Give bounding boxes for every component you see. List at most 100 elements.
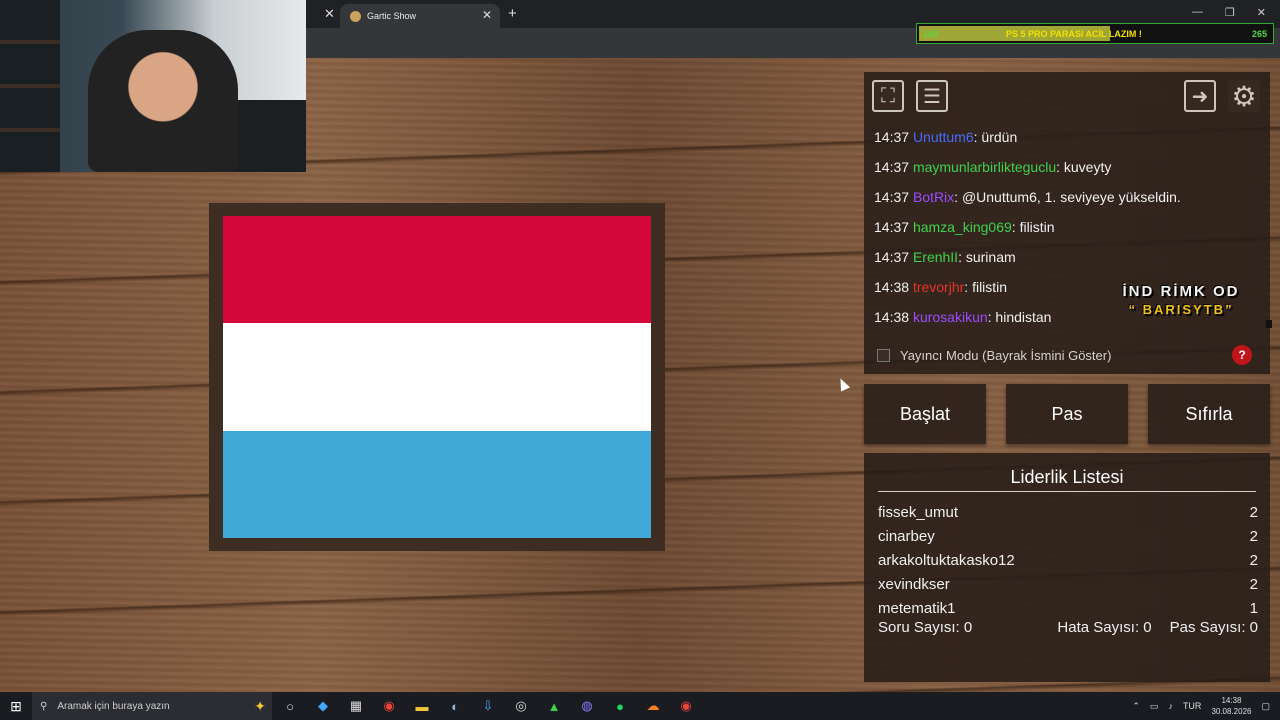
chat-text: : kuveyty	[1056, 159, 1112, 175]
chat-message: 14:37 BotRix: @Unuttum6, 1. seviyeye yük…	[874, 188, 1264, 218]
minimize-button[interactable]: —	[1192, 6, 1203, 19]
browser-tab[interactable]: Gartic Show ✕	[340, 4, 500, 28]
donation-goal-bar: 143 PS 5 PRO PARASI ACİL LAZIM ! 265	[916, 23, 1274, 44]
window-controls: — ❐ ✕	[1192, 6, 1266, 19]
clock[interactable]: 14:38 30.08.2026	[1211, 695, 1251, 717]
discord-icon[interactable]: ◍	[577, 696, 597, 716]
flag-stripe-middle	[223, 323, 651, 431]
copilot-icon[interactable]: ✦	[254, 698, 266, 715]
player-name: arkakoltuktakasko12	[878, 551, 1015, 569]
chat-username[interactable]: kurosakikun	[913, 309, 988, 325]
windows-start-icon[interactable]: ⊞	[0, 692, 32, 720]
overlay-line1: İND RİMK OD	[1122, 283, 1240, 300]
streamer-mode-row: Yayıncı Modu (Bayrak İsmini Göster) ?	[874, 344, 1264, 366]
leaderboard-list: fissek_umut 2 cinarbey 2 arkakoltuktakasko12…	[878, 500, 1258, 620]
gear-icon[interactable]: ⚙	[1228, 80, 1260, 112]
language-indicator[interactable]: TUR	[1183, 701, 1202, 711]
help-icon[interactable]: ?	[1232, 345, 1252, 365]
app-icon[interactable]: ◆	[313, 696, 333, 716]
leaderboard-panel: Liderlik Listesi fissek_umut 2 cinarbey 2 ar…	[864, 453, 1270, 682]
app-icon[interactable]: ◎	[511, 696, 531, 716]
taskbar: ⊞ ⚲ Aramak için buraya yazın ✦ ○ ◆ ▦ ◉ ▬…	[0, 692, 1280, 720]
clock-time: 14:38	[1221, 696, 1242, 705]
chat-username[interactable]: ErenhII	[913, 249, 958, 265]
search-icon: ⚲	[40, 700, 48, 712]
player-score: 2	[1249, 527, 1258, 545]
webcam-overlay	[0, 0, 306, 172]
chat-time: 14:38	[874, 279, 910, 295]
player-score: 2	[1249, 503, 1258, 521]
stream-overlay-text: İND RİMK OD “ BARISYTB”	[1116, 283, 1246, 319]
chat-text: : ürdün	[973, 129, 1018, 145]
player-name: cinarbey	[878, 527, 935, 545]
notification-icon[interactable]: ▢	[1261, 701, 1270, 712]
search-placeholder: Aramak için buraya yazın	[57, 700, 170, 712]
player-name: xevindkser	[878, 575, 950, 593]
leaderboard-row: fissek_umut 2	[878, 500, 1258, 524]
flag-stripe-top	[223, 216, 651, 324]
divider	[878, 491, 1256, 492]
chat-message: 14:37 ErenhII: surinam	[874, 248, 1264, 278]
chat-time: 14:38	[874, 309, 910, 325]
donation-current: 143	[923, 28, 939, 39]
taskbar-search[interactable]: ⚲ Aramak için buraya yazın ✦	[32, 692, 272, 720]
leaderboard-row: xevindkser 2	[878, 572, 1258, 596]
chat-username[interactable]: trevorjhr	[913, 279, 964, 295]
volume-icon[interactable]: ♪	[1168, 701, 1173, 711]
chat-username[interactable]: BotRix	[913, 189, 954, 205]
chat-username[interactable]: Unuttum6	[913, 129, 974, 145]
folder-icon[interactable]: ▬	[412, 696, 432, 716]
system-tray: ⌃ ▭ ♪ TUR 14:38 30.08.2026 ▢	[1132, 692, 1270, 720]
task-view-icon[interactable]: ○	[280, 696, 300, 716]
chrome-icon[interactable]: ◉	[676, 696, 696, 716]
chat-text: : hindistan	[987, 309, 1052, 325]
player-score: 2	[1249, 575, 1258, 593]
chat-time: 14:37	[874, 189, 910, 205]
tab-close-icon[interactable]: ✕	[482, 8, 492, 22]
restore-button[interactable]: ❐	[1225, 6, 1235, 19]
start-button[interactable]: Başlat	[864, 384, 986, 444]
leaderboard-title: Liderlik Listesi	[1010, 467, 1124, 487]
flag-stripe-bottom	[223, 430, 651, 538]
reset-button[interactable]: Sıfırla	[1148, 384, 1270, 444]
chat-username[interactable]: hamza_king069	[913, 219, 1012, 235]
favicon-icon	[350, 10, 361, 22]
leaderboard-row: arkakoltuktakasko12 2	[878, 548, 1258, 572]
pass-button[interactable]: Pas	[1006, 384, 1128, 444]
network-icon[interactable]: ▭	[1150, 701, 1159, 712]
chat-username[interactable]: maymunlarbirlikteguclu	[913, 159, 1056, 175]
chevron-up-icon[interactable]: ⌃	[1132, 701, 1140, 712]
chat-text: : @Unuttum6, 1. seviyeye yükseldin.	[954, 189, 1181, 205]
shelf	[0, 0, 60, 172]
list-icon[interactable]: ☰	[916, 80, 948, 112]
download-icon[interactable]: ⇩	[478, 696, 498, 716]
spotify-icon[interactable]: ●	[610, 696, 630, 716]
donation-text: PS 5 PRO PARASI ACİL LAZIM !	[1006, 28, 1142, 39]
error-count: Hata Sayısı: 0	[1057, 619, 1152, 636]
donation-goal: 265	[1251, 28, 1267, 39]
chat-message: 14:37 maymunlarbirlikteguclu: kuveyty	[874, 158, 1264, 188]
chat-text: : filistin	[1011, 219, 1055, 235]
close-window-button[interactable]: ✕	[1257, 6, 1266, 19]
app-icon[interactable]: ▲	[544, 696, 564, 716]
store-icon[interactable]: ▦	[346, 696, 366, 716]
tab-close-icon[interactable]: ✕	[324, 6, 335, 22]
chrome-icon[interactable]: ◉	[379, 696, 399, 716]
clock-date: 30.08.2026	[1211, 707, 1252, 716]
flag-image	[223, 216, 651, 538]
new-tab-button[interactable]: +	[508, 5, 517, 22]
fullscreen-icon[interactable]: ⛶	[872, 80, 904, 112]
chat-time: 14:37	[874, 159, 910, 175]
streamer-mode-checkbox[interactable]	[877, 348, 890, 362]
cloud-icon[interactable]: ☁	[643, 696, 663, 716]
exit-icon[interactable]: ➜	[1184, 80, 1216, 112]
tab-title: Gartic Show	[367, 11, 417, 21]
chat-time: 14:37	[874, 129, 910, 145]
steam-icon[interactable]: ◐	[445, 696, 465, 716]
chat-scrollbar[interactable]	[1266, 320, 1272, 328]
chat-time: 14:37	[874, 249, 910, 265]
chat-text: : surinam	[958, 249, 1016, 265]
chat-time: 14:37	[874, 219, 910, 235]
player-score: 1	[1249, 599, 1258, 617]
player-name: metematik1	[878, 599, 956, 617]
